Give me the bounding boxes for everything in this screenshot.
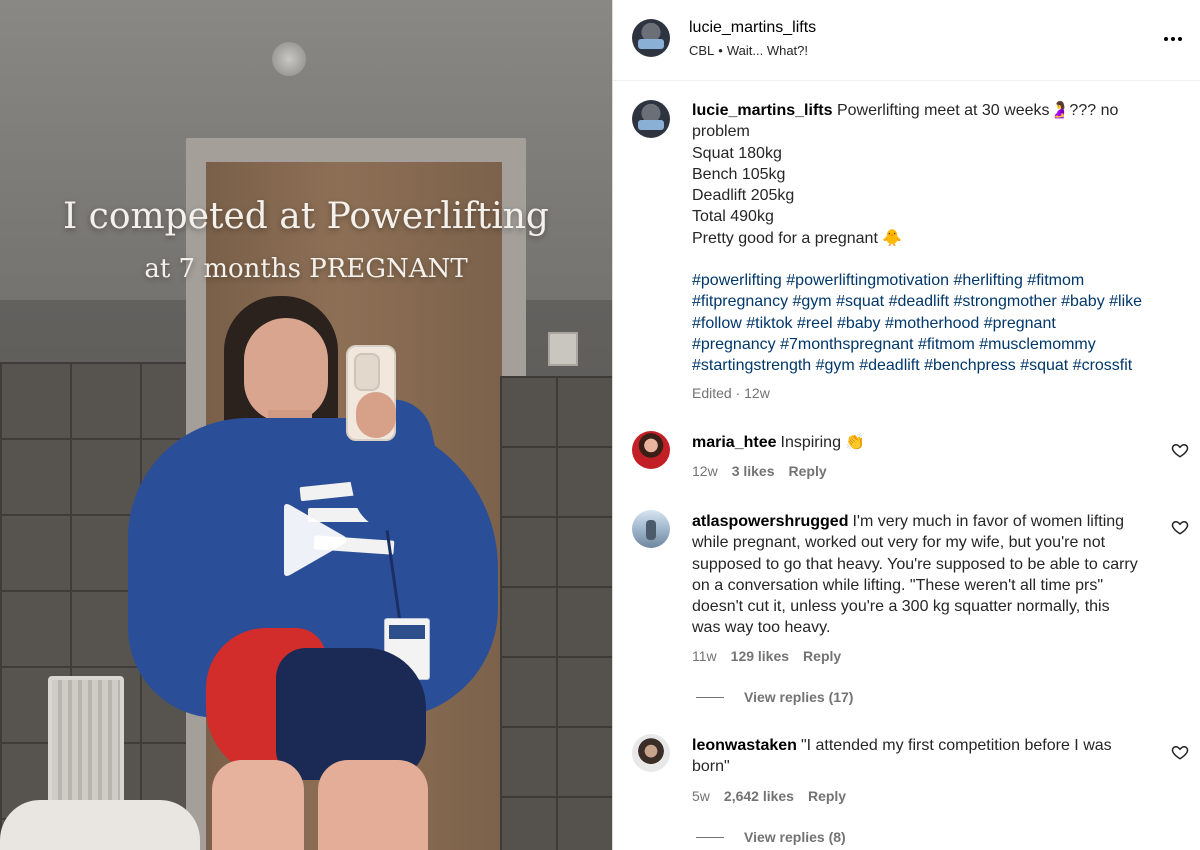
audio-info[interactable]: CBL • Wait... What?! [689, 43, 808, 58]
comment-body: I'm very much in favor of women lifting … [692, 513, 1138, 637]
comment-likes[interactable]: 3 likes [732, 463, 775, 479]
replies-divider [696, 836, 724, 838]
comment-time[interactable]: 11w [692, 648, 717, 664]
comment-avatar[interactable] [632, 431, 670, 469]
heart-icon[interactable] [1171, 518, 1189, 536]
comment-likes[interactable]: 129 likes [731, 648, 789, 664]
sink [0, 800, 200, 850]
video-player[interactable]: I competed at Powerlifting at 7 months P… [0, 0, 612, 850]
comment-meta: 12w 3 likes Reply [692, 463, 827, 479]
light-switch [548, 332, 578, 366]
comment-body: Inspiring 👏 [780, 434, 866, 451]
ceiling-light [272, 42, 306, 76]
hashtag-line[interactable]: #powerlifting #powerliftingmotivation #h… [692, 270, 1182, 291]
avatar[interactable] [632, 19, 670, 57]
more-dot [1171, 37, 1175, 41]
reply-button[interactable]: Reply [808, 788, 846, 804]
post-panel: lucie_martins_lifts CBL • Wait... What?! l… [612, 0, 1200, 850]
post-username[interactable]: lucie_martins_lifts [689, 19, 816, 37]
caption-text: lucie_martins_lifts Powerlifting meet at… [692, 100, 1182, 249]
post-header: lucie_martins_lifts CBL • Wait... What?! [613, 0, 1200, 81]
comment-text: leonwastaken "I attended my first competi… [692, 735, 1142, 778]
comment-avatar[interactable] [632, 734, 670, 772]
caption-avatar[interactable] [632, 100, 670, 138]
hashtag-line[interactable]: #pregnancy #7monthspregnant #fitmom #mus… [692, 334, 1182, 355]
comment-username[interactable]: atlaspowershrugged [692, 513, 848, 530]
caption-squat: Squat 180kg [692, 144, 782, 162]
audio-separator: • [718, 43, 723, 58]
more-options-button[interactable] [1159, 26, 1187, 52]
audio-artist[interactable]: CBL [689, 43, 714, 58]
more-dot [1178, 37, 1182, 41]
person-leg-right [318, 760, 428, 850]
comment-meta: 5w 2,642 likes Reply [692, 788, 846, 804]
view-replies-button[interactable]: View replies (17) [696, 689, 853, 705]
video-title-line1: I competed at Powerlifting [63, 196, 549, 237]
caption-total: Total 490kg [692, 208, 774, 226]
person-face [244, 318, 328, 422]
video-title-line2: at 7 months PREGNANT [144, 254, 468, 284]
edited-timestamp: Edited · 12w [692, 385, 770, 401]
comment-avatar[interactable] [632, 510, 670, 548]
comment-username[interactable]: maria_htee [692, 434, 777, 451]
person-leg-left [212, 760, 304, 850]
audio-title[interactable]: Wait... What?! [727, 43, 808, 58]
reply-button[interactable]: Reply [803, 648, 841, 664]
caption-bench: Bench 105kg [692, 165, 786, 183]
play-icon[interactable] [272, 500, 352, 580]
wall-tiles-right [500, 376, 612, 850]
hashtag-line[interactable]: #follow #tiktok #reel #baby #motherhood … [692, 313, 1182, 334]
more-horizontal-icon [1164, 37, 1168, 41]
hashtag-line[interactable]: #fitpregnancy #gym #squat #deadlift #str… [692, 291, 1182, 312]
comment-text: atlaspowershrugged I'm very much in favor… [692, 511, 1142, 639]
caption-line1: Powerlifting meet at 30 weeks🤰??? no [836, 102, 1119, 119]
heart-icon[interactable] [1171, 441, 1189, 459]
caption-closing: Pretty good for a pregnant 🐥 [692, 229, 903, 247]
comment-meta: 11w 129 likes Reply [692, 648, 841, 664]
comment-time[interactable]: 12w [692, 463, 718, 479]
caption-deadlift: Deadlift 205kg [692, 187, 795, 205]
heart-icon[interactable] [1171, 743, 1189, 761]
caption-username[interactable]: lucie_martins_lifts [692, 102, 833, 119]
caption-line2: problem [692, 123, 750, 141]
comment-text: maria_htee Inspiring 👏 [692, 432, 1142, 453]
view-replies-label[interactable]: View replies (8) [744, 829, 846, 845]
comment-time[interactable]: 5w [692, 788, 710, 804]
caption-hashtags[interactable]: #powerlifting #powerliftingmotivation #h… [692, 270, 1182, 376]
view-replies-button[interactable]: View replies (8) [696, 829, 846, 845]
hashtag-line[interactable]: #startingstrength #gym #deadlift #benchp… [692, 355, 1182, 376]
person-hand [356, 392, 396, 438]
comment-username[interactable]: leonwastaken [692, 737, 797, 754]
replies-divider [696, 696, 724, 698]
reply-button[interactable]: Reply [789, 463, 827, 479]
comment-likes[interactable]: 2,642 likes [724, 788, 794, 804]
view-replies-label[interactable]: View replies (17) [744, 689, 853, 705]
